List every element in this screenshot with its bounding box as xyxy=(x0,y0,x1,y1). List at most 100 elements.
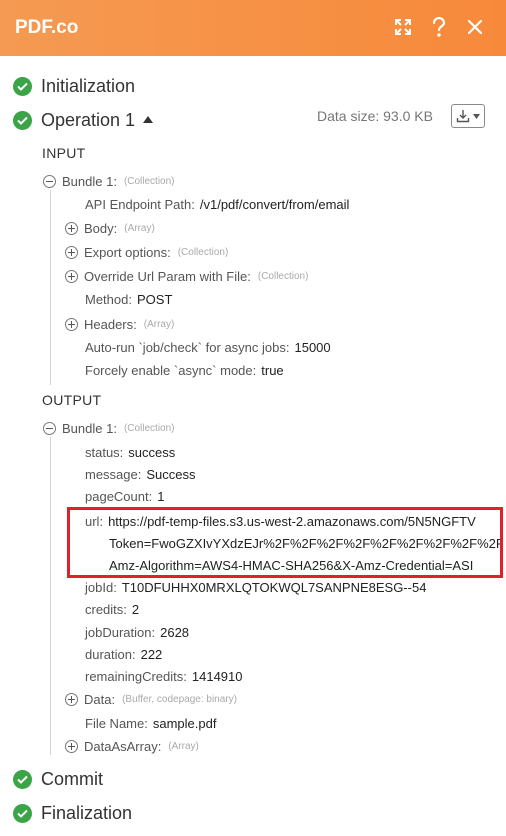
output-bundle[interactable]: Bundle 1: (Collection) xyxy=(43,421,175,436)
section-label: Operation 1 xyxy=(41,110,136,130)
row-value: POST xyxy=(136,292,173,307)
input-heading: INPUT xyxy=(42,145,86,161)
section-finalization[interactable]: Finalization xyxy=(13,803,132,824)
collapse-minus-icon[interactable] xyxy=(43,422,56,435)
tree-line xyxy=(50,190,51,385)
collapse-caret-icon[interactable] xyxy=(143,116,154,123)
expand-icon[interactable] xyxy=(392,16,414,38)
row-key: Override Url Param with File: xyxy=(84,269,251,284)
input-row-body[interactable]: Body: (Array) xyxy=(65,221,155,236)
expand-plus-icon[interactable] xyxy=(65,246,78,259)
output-row-credits: credits: 2 xyxy=(85,602,139,617)
url-continuation-line: Token=FwoGZXIvYXdzEJr%2F%2F%2F%2F%2F%2F%… xyxy=(109,536,503,551)
input-row-async: Forcely enable `async` mode: true xyxy=(85,363,284,378)
section-label: Commit xyxy=(41,769,103,789)
type-label: (Array) xyxy=(143,319,175,330)
input-bundle[interactable]: Bundle 1: (Collection) xyxy=(43,174,175,189)
type-label: (Buffer, codepage: binary) xyxy=(122,694,237,705)
output-heading: OUTPUT xyxy=(42,392,102,408)
row-key: message: xyxy=(85,467,142,482)
row-key: Headers: xyxy=(84,317,137,332)
row-key: Export options: xyxy=(84,245,171,260)
input-row-method: Method: POST xyxy=(85,292,172,307)
row-value: 15000 xyxy=(294,340,331,355)
output-row-url[interactable]: url: https://pdf-temp-files.s3.us-west-2… xyxy=(85,514,476,529)
row-key: duration: xyxy=(85,647,136,662)
input-row-override-url[interactable]: Override Url Param with File: (Collectio… xyxy=(65,269,308,284)
download-button[interactable] xyxy=(451,104,485,128)
row-value: https://pdf-temp-files.s3.us-west-2.amaz… xyxy=(108,514,476,529)
row-value: success xyxy=(128,445,176,460)
section-label: Finalization xyxy=(41,803,133,823)
check-icon xyxy=(13,77,32,96)
row-key: DataAsArray: xyxy=(84,739,162,754)
section-commit[interactable]: Commit xyxy=(13,769,103,790)
row-value: 222 xyxy=(140,647,163,662)
section-operation[interactable]: Operation 1 xyxy=(13,110,154,131)
expand-plus-icon[interactable] xyxy=(65,270,78,283)
row-key: Forcely enable `async` mode: xyxy=(85,363,257,378)
module-header: PDF.co xyxy=(0,0,506,56)
row-value: T10DFUHHX0MRXLQTOKWQL7SANPNE8ESG--54 xyxy=(121,580,427,595)
row-key: status: xyxy=(85,445,124,460)
type-label: (Collection) xyxy=(123,176,175,187)
output-row-pagecount: pageCount: 1 xyxy=(85,489,164,504)
row-key: Body: xyxy=(84,221,118,236)
row-key: Method: xyxy=(85,292,132,307)
url-continuation-line: Amz-Algorithm=AWS4-HMAC-SHA256&X-Amz-Cre… xyxy=(109,558,474,573)
output-row-jobduration: jobDuration: 2628 xyxy=(85,625,189,640)
output-row-filename: File Name: sample.pdf xyxy=(85,716,216,731)
tree-line xyxy=(50,437,51,755)
data-size-label: Data size: 93.0 KB xyxy=(317,108,433,124)
row-key: jobDuration: xyxy=(85,625,156,640)
output-row-dataasarray[interactable]: DataAsArray: (Array) xyxy=(65,739,199,754)
row-key: Data: xyxy=(84,692,116,707)
help-icon[interactable] xyxy=(428,16,450,38)
row-key: jobId: xyxy=(85,580,117,595)
output-row-duration: duration: 222 xyxy=(85,647,162,662)
section-label: Initialization xyxy=(41,76,136,96)
expand-plus-icon[interactable] xyxy=(65,318,78,331)
output-row-data[interactable]: Data: (Buffer, codepage: binary) xyxy=(65,692,237,707)
row-value: 1414910 xyxy=(191,669,243,684)
row-key: credits: xyxy=(85,602,127,617)
row-value: /v1/pdf/convert/from/email xyxy=(199,197,350,212)
row-key: File Name: xyxy=(85,716,148,731)
input-row-export-options[interactable]: Export options: (Collection) xyxy=(65,245,228,260)
check-icon xyxy=(13,770,32,789)
output-row-status: status: success xyxy=(85,445,175,460)
type-label: (Collection) xyxy=(177,247,229,258)
row-key: Auto-run `job/check` for async jobs: xyxy=(85,340,290,355)
output-row-remainingcredits: remainingCredits: 1414910 xyxy=(85,669,243,684)
expand-plus-icon[interactable] xyxy=(65,222,78,235)
row-value: 2628 xyxy=(160,625,190,640)
row-key: remainingCredits: xyxy=(85,669,187,684)
expand-plus-icon[interactable] xyxy=(65,740,78,753)
row-key: pageCount: xyxy=(85,489,153,504)
close-icon[interactable] xyxy=(464,16,486,38)
type-label: (Collection) xyxy=(123,423,175,434)
section-initialization[interactable]: Initialization xyxy=(13,76,135,97)
output-row-message: message: Success xyxy=(85,467,196,482)
input-row-auto-run: Auto-run `job/check` for async jobs: 150… xyxy=(85,340,331,355)
row-value: 1 xyxy=(157,489,165,504)
module-title: PDF.co xyxy=(15,17,79,38)
download-icon xyxy=(456,110,470,123)
expand-plus-icon[interactable] xyxy=(65,693,78,706)
bundle-label: Bundle 1: xyxy=(62,421,117,436)
row-value: true xyxy=(261,363,284,378)
row-value: 2 xyxy=(131,602,140,617)
output-row-jobid: jobId: T10DFUHHX0MRXLQTOKWQL7SANPNE8ESG-… xyxy=(85,580,426,595)
row-value: sample.pdf xyxy=(152,716,217,731)
input-row-api-endpoint: API Endpoint Path: /v1/pdf/convert/from/… xyxy=(85,197,349,212)
bundle-label: Bundle 1: xyxy=(62,174,117,189)
chevron-down-icon xyxy=(473,113,480,119)
url-highlight-box: url: https://pdf-temp-files.s3.us-west-2… xyxy=(67,507,503,578)
collapse-minus-icon[interactable] xyxy=(43,175,56,188)
row-value: Success xyxy=(146,467,196,482)
check-icon xyxy=(13,804,32,823)
type-label: (Array) xyxy=(168,741,199,752)
type-label: (Array) xyxy=(124,223,155,234)
input-row-headers[interactable]: Headers: (Array) xyxy=(65,317,174,332)
row-key: url: xyxy=(85,514,104,529)
